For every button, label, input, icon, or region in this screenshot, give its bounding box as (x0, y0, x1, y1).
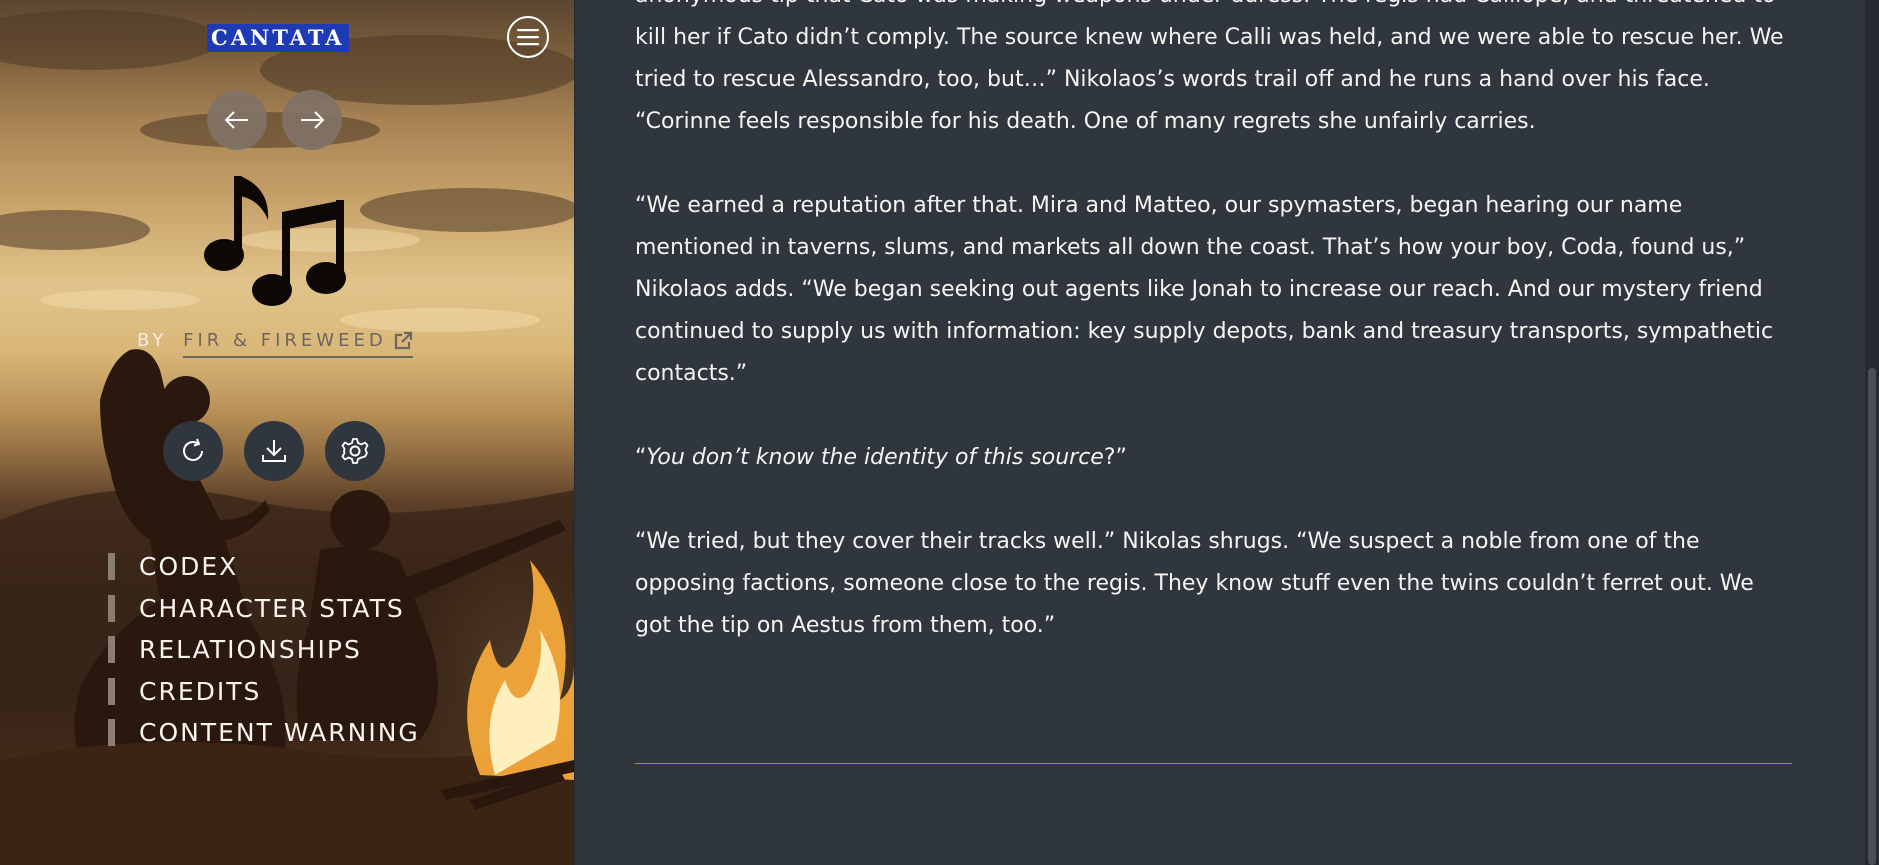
italic-question: You don’t know the identity of this sour… (646, 445, 1104, 470)
hamburger-menu-icon (517, 29, 539, 46)
quote-open: “ (635, 445, 647, 470)
quote-close: ?” (1103, 445, 1127, 470)
sidebar: CANTATA BY FIR & FIREWEED CODEX CHARACTE… (0, 0, 574, 865)
scrollbar-thumb[interactable] (1868, 368, 1876, 865)
back-button[interactable] (207, 90, 267, 150)
arrow-right-icon (301, 111, 325, 129)
nav-item-content-warning[interactable]: CONTENT WARNING (108, 712, 420, 754)
nav-item-codex[interactable]: CODEX (108, 546, 420, 588)
story-panel: anonymous tip that Cato was making weapo… (574, 0, 1879, 865)
nav-item-label: RELATIONSHIPS (139, 635, 362, 665)
author-name: FIR & FIREWEED (183, 330, 387, 351)
forward-button[interactable] (282, 90, 342, 150)
story-paragraph: anonymous tip that Cato was making weapo… (635, 0, 1784, 134)
story-paragraph: “We tried, but they cover their tracks w… (635, 529, 1754, 638)
settings-button[interactable] (325, 421, 385, 481)
download-icon (262, 440, 286, 462)
external-link-icon (394, 331, 412, 349)
nav-item-relationships[interactable]: RELATIONSHIPS (108, 629, 420, 671)
nav-marker (108, 553, 115, 581)
save-button[interactable] (244, 421, 304, 481)
nav-item-label: CHARACTER STATS (139, 593, 405, 623)
gear-icon (341, 438, 369, 464)
author-link[interactable]: FIR & FIREWEED (183, 330, 413, 358)
nav-item-credits[interactable]: CREDITS (108, 671, 420, 713)
site-title[interactable]: CANTATA (207, 24, 349, 52)
scrollbar[interactable] (1865, 0, 1879, 865)
nav-item-label: CONTENT WARNING (139, 718, 420, 748)
story-paragraph: “You don’t know the identity of this sou… (635, 437, 1795, 479)
nav-marker (108, 719, 115, 747)
music-notes-icon (204, 176, 346, 306)
nav-marker (108, 594, 115, 622)
section-divider (635, 763, 1792, 764)
byline: BY FIR & FIREWEED (137, 330, 413, 358)
menu-button[interactable] (507, 16, 549, 58)
nav-marker (108, 636, 115, 664)
restart-button[interactable] (163, 421, 223, 481)
arrow-left-icon (224, 111, 248, 129)
story-text: anonymous tip that Cato was making weapo… (635, 0, 1795, 689)
nav-item-label: CREDITS (139, 676, 262, 706)
restart-icon (183, 438, 203, 461)
sidebar-nav: CODEX CHARACTER STATS RELATIONSHIPS CRED… (108, 546, 420, 754)
byline-prefix: BY (137, 330, 168, 351)
nav-item-label: CODEX (139, 552, 239, 582)
story-paragraph: “We earned a reputation after that. Mira… (635, 193, 1774, 386)
nav-marker (108, 677, 115, 705)
nav-item-character-stats[interactable]: CHARACTER STATS (108, 588, 420, 630)
